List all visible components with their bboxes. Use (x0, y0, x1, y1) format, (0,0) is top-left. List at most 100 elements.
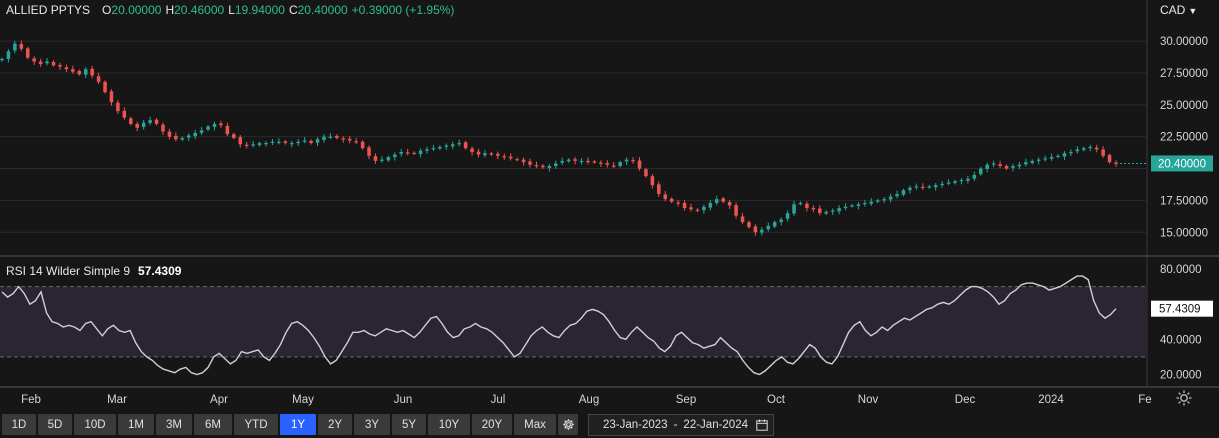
candle-body (657, 184, 661, 195)
time-axis-label: Fe (1138, 394, 1151, 406)
candle-body (476, 151, 481, 155)
candle-body (682, 202, 687, 209)
candle-body (998, 164, 1002, 166)
range-button-1d[interactable]: 1D (2, 414, 36, 435)
time-axis-label: Mar (107, 394, 127, 406)
candle-body (940, 183, 944, 186)
candle-body (927, 186, 932, 188)
candle (1107, 153, 1112, 164)
chart-canvas: 30.00000 27.50000 25.00000 22.50000 17.50000… (0, 0, 1219, 411)
candle-body (908, 187, 912, 191)
candle-body (380, 159, 384, 161)
candle-body (6, 51, 11, 59)
chart-settings-button[interactable] (558, 414, 578, 435)
candle-body (206, 126, 210, 130)
candle-body (695, 209, 700, 211)
time-axis-label: Jul (491, 394, 506, 406)
range-button-6m[interactable]: 6M (194, 414, 232, 435)
range-button-5d[interactable]: 5D (38, 414, 72, 435)
candle-body (991, 163, 996, 165)
range-button-3y[interactable]: 3Y (354, 414, 390, 435)
candle-body (289, 143, 294, 145)
date-range-picker[interactable]: 23-Jan-2023 - 22-Jan-2024 (588, 413, 774, 436)
range-button-3m[interactable]: 3M (156, 414, 192, 435)
candle-body (721, 198, 725, 202)
candle-body (663, 194, 668, 200)
candle-body (116, 102, 120, 112)
currency-label: CAD (1160, 3, 1186, 17)
time-axis-label: Apr (210, 394, 228, 406)
rsi-current-label: 57.4309 (1159, 304, 1201, 316)
chevron-down-icon: ▼ (1188, 6, 1198, 16)
high-label: H (165, 3, 175, 17)
candle-body (515, 159, 519, 161)
candle-body (90, 68, 94, 76)
candle-body (212, 123, 217, 127)
candle-body (296, 141, 300, 144)
candle-body (193, 132, 197, 137)
open-label: O (102, 3, 112, 17)
candle-body (592, 161, 597, 163)
candle-body (714, 199, 719, 203)
candle-body (58, 64, 62, 67)
candle-body (624, 159, 629, 162)
range-toolbar: 1D 5D 10D 1M 3M 6M YTD 1Y 2Y 3Y 5Y 10Y 20Y Max 23-Jan… (0, 411, 1219, 438)
candle-body (148, 120, 152, 124)
range-button-20y[interactable]: 20Y (472, 414, 512, 435)
candle-body (863, 202, 867, 205)
candle-body (277, 141, 281, 143)
time-axis-label: Jun (394, 394, 413, 406)
candle-body (946, 182, 951, 184)
date-separator: - (673, 418, 678, 431)
candle-body (901, 190, 906, 195)
candle-body (244, 144, 249, 146)
range-button-2y[interactable]: 2Y (318, 414, 352, 435)
candle-body (869, 201, 874, 204)
date-from: 23-Jan-2023 (603, 418, 668, 431)
candle-body (586, 160, 590, 163)
candle-body (1024, 162, 1028, 165)
range-button-10d[interactable]: 10D (74, 414, 116, 435)
candle-body (483, 153, 487, 156)
candle-body (45, 61, 49, 64)
candle-body (135, 123, 139, 128)
time-axis-label: Sep (676, 394, 696, 406)
range-button-ytd[interactable]: YTD (234, 414, 278, 435)
candle-body (631, 160, 635, 162)
candle-body (785, 213, 790, 219)
candle-body (875, 200, 880, 202)
candle-body (521, 159, 526, 163)
candle-body (270, 141, 275, 143)
candle-body (811, 208, 816, 210)
range-button-1y[interactable]: 1Y (280, 414, 316, 435)
sun-settings-icon[interactable] (1176, 390, 1192, 406)
candle-body (25, 48, 30, 58)
candle-body (399, 151, 404, 154)
symbol-name: ALLIED PPTYS (6, 3, 91, 17)
range-button-10y[interactable]: 10Y (428, 414, 470, 435)
date-to: 22-Jan-2024 (683, 418, 748, 431)
candle-body (1049, 157, 1054, 159)
candle-body (972, 174, 977, 179)
candle-body (618, 162, 622, 166)
candle-body (747, 222, 751, 228)
range-button-max[interactable]: Max (514, 414, 556, 435)
open-value: 20.00000 (111, 3, 162, 17)
candle-body (1004, 165, 1009, 169)
candle-body (386, 157, 391, 161)
range-button-1m[interactable]: 1M (118, 414, 154, 435)
price-tick-label: 15.00000 (1160, 227, 1208, 239)
candle-body (122, 110, 127, 118)
candle-body (425, 149, 429, 151)
candle-body (257, 143, 262, 146)
candle-body (727, 202, 732, 206)
candle-body (450, 144, 455, 147)
candle-body (431, 148, 436, 150)
candle-body (1056, 155, 1060, 157)
currency-selector[interactable]: CAD ▼ (1160, 3, 1197, 17)
range-button-5y[interactable]: 5Y (392, 414, 426, 435)
candle-body (463, 142, 468, 149)
candle-body (103, 81, 107, 93)
time-axis-label: May (292, 394, 314, 406)
time-axis-label: Nov (858, 394, 879, 406)
